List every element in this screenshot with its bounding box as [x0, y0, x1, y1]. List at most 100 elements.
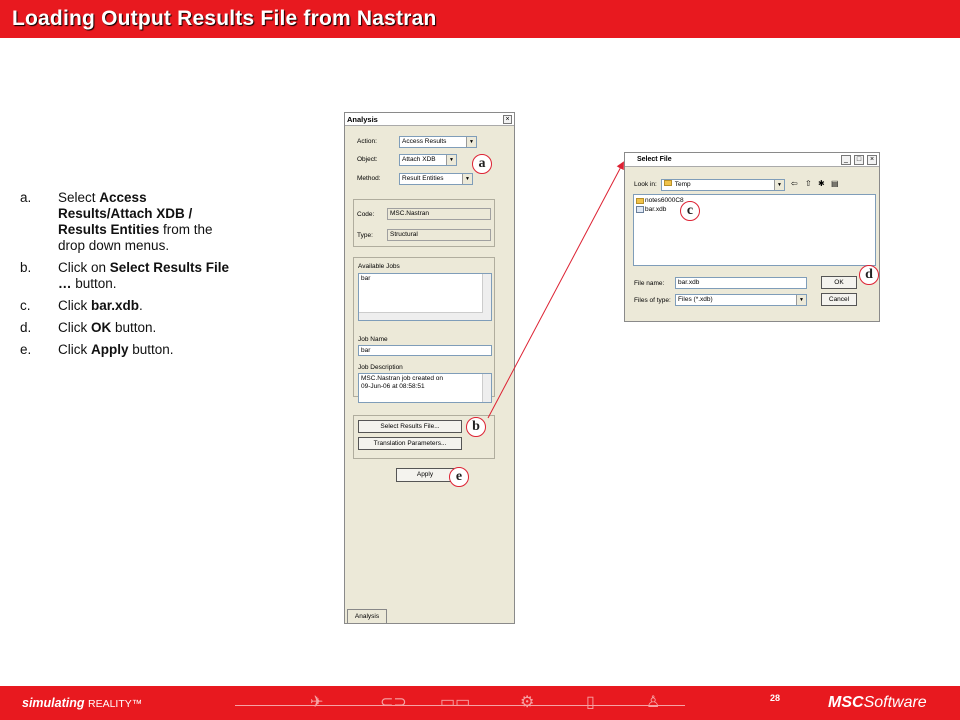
step-text: Click bar.xdb.: [58, 298, 143, 314]
step-letter: b.: [20, 260, 32, 275]
instruction-step: a. Select Access Results/Attach XDB / Res…: [20, 190, 235, 254]
up-folder-icon[interactable]: ⇧: [805, 179, 812, 188]
job-name-label: Job Name: [358, 336, 388, 343]
action-label: Action:: [357, 138, 377, 145]
scrollbar[interactable]: [482, 374, 491, 402]
gear-icon: ⚙: [520, 694, 535, 711]
tab-analysis[interactable]: Analysis: [347, 609, 387, 623]
step-text-part: Select: [58, 190, 100, 205]
list-item[interactable]: notes6000C8: [636, 197, 684, 204]
method-label: Method:: [357, 175, 381, 182]
phone-icon: ▯: [586, 694, 595, 711]
step-text-part: button.: [128, 342, 174, 357]
method-value: Result Entities: [402, 175, 444, 182]
callout-d: d: [859, 265, 879, 285]
object-select[interactable]: Attach XDB ▼: [399, 154, 457, 166]
view-menu-icon[interactable]: ▤: [831, 179, 839, 188]
look-in-select[interactable]: Temp ▼: [661, 179, 785, 191]
step-text-part: button.: [71, 276, 117, 291]
instruction-step: d. Click OK button.: [20, 320, 235, 336]
callout-c: c: [680, 201, 700, 221]
object-label: Object:: [357, 156, 378, 163]
translation-parameters-button[interactable]: Translation Parameters...: [358, 437, 462, 450]
slide: Loading Output Results File from Nastran…: [0, 0, 960, 720]
close-icon[interactable]: ×: [867, 155, 877, 165]
file-list-item-label: bar.xdb: [645, 206, 667, 213]
page-number: 28: [770, 693, 781, 703]
step-text-part: Click: [58, 298, 91, 313]
files-of-type-select[interactable]: Files (*.xdb) ▼: [675, 294, 807, 306]
minimize-icon[interactable]: _: [841, 155, 851, 165]
chevron-down-icon: ▼: [446, 155, 456, 165]
instruction-step: e. Click Apply button.: [20, 342, 235, 358]
apply-button[interactable]: Apply: [396, 468, 454, 482]
footer-brand: simulating REALITY™: [22, 696, 142, 710]
analysis-title: Analysis: [347, 115, 378, 124]
page-title: Loading Output Results File from Nastran: [12, 7, 437, 30]
file-icon: [636, 206, 644, 213]
file-list[interactable]: notes6000C8 bar.xdb: [633, 194, 876, 266]
method-select[interactable]: Result Entities ▼: [399, 173, 473, 185]
folder-icon: [664, 180, 672, 186]
back-icon[interactable]: ⇦: [791, 179, 798, 188]
step-letter: c.: [20, 298, 31, 313]
step-text-part: Click on: [58, 260, 110, 275]
action-select[interactable]: Access Results ▼: [399, 136, 477, 148]
job-description-input[interactable]: MSC.Nastran job created on 09-Jun-06 at …: [358, 373, 492, 403]
type-field: Structural: [387, 229, 491, 241]
step-text-part: OK: [91, 320, 112, 335]
list-item[interactable]: bar.xdb: [636, 206, 666, 213]
type-label: Type:: [357, 232, 373, 239]
scrollbar[interactable]: [482, 274, 491, 320]
files-of-type-value: Files (*.xdb): [678, 296, 713, 303]
step-text-part: .: [139, 298, 143, 313]
scrollbar[interactable]: [359, 312, 483, 320]
select-file-dialog: Select File _ □ × Look in: Temp ▼ ⇦ ⇧ ✱ …: [624, 152, 880, 322]
step-letter: d.: [20, 320, 32, 335]
step-text: Click on Select Results File … button.: [58, 260, 235, 292]
select-file-titlebar: Select File _ □ ×: [625, 153, 879, 167]
ok-button[interactable]: OK: [821, 276, 857, 289]
msc-logo: MSCSoftware: [828, 694, 927, 712]
step-text-part: button.: [111, 320, 157, 335]
new-folder-icon[interactable]: ✱: [818, 179, 825, 188]
select-results-file-button[interactable]: Select Results File...: [358, 420, 462, 433]
step-text-part: Click: [58, 320, 91, 335]
step-text: Click OK button.: [58, 320, 156, 336]
job-description-label: Job Description: [358, 364, 403, 371]
step-text-part: Click: [58, 342, 91, 357]
logo-msc: MSC: [828, 694, 864, 711]
airplane-icon: ✈: [310, 694, 324, 711]
step-letter: a.: [20, 190, 32, 205]
instruction-list: a. Select Access Results/Attach XDB / Res…: [20, 190, 235, 364]
train-icon: ▭▭: [440, 694, 471, 711]
available-jobs-label: Available Jobs: [358, 263, 400, 270]
instruction-step: b. Click on Select Results File … button.: [20, 260, 235, 292]
maximize-icon[interactable]: □: [854, 155, 864, 165]
step-text: Click Apply button.: [58, 342, 174, 358]
files-of-type-label: Files of type:: [634, 297, 671, 304]
step-letter: e.: [20, 342, 32, 357]
file-name-label: File name:: [634, 280, 665, 287]
cancel-button[interactable]: Cancel: [821, 293, 857, 306]
callout-a: a: [472, 154, 492, 174]
file-name-input[interactable]: bar.xdb: [675, 277, 807, 289]
job-name-input[interactable]: bar: [358, 345, 492, 356]
list-item[interactable]: bar: [361, 275, 489, 282]
look-in-label: Look in:: [634, 181, 657, 188]
chevron-down-icon: ▼: [466, 137, 476, 147]
code-field: MSC.Nastran: [387, 208, 491, 220]
callout-b: b: [466, 417, 486, 437]
step-text-part: bar.xdb: [91, 298, 140, 313]
instruction-step: c. Click bar.xdb.: [20, 298, 235, 314]
chevron-down-icon: ▼: [462, 174, 472, 184]
look-in-value: Temp: [674, 181, 691, 188]
job-description-line: MSC.Nastran job created on: [361, 375, 444, 382]
title-bar: Loading Output Results File from Nastran: [0, 0, 960, 38]
close-icon[interactable]: ×: [503, 115, 512, 124]
file-list-item-label: notes6000C8: [645, 197, 684, 204]
brand-text: simulating: [22, 696, 85, 710]
available-jobs-list[interactable]: bar: [358, 273, 492, 321]
chevron-down-icon: ▼: [774, 180, 784, 190]
folder-icon: [636, 197, 644, 204]
